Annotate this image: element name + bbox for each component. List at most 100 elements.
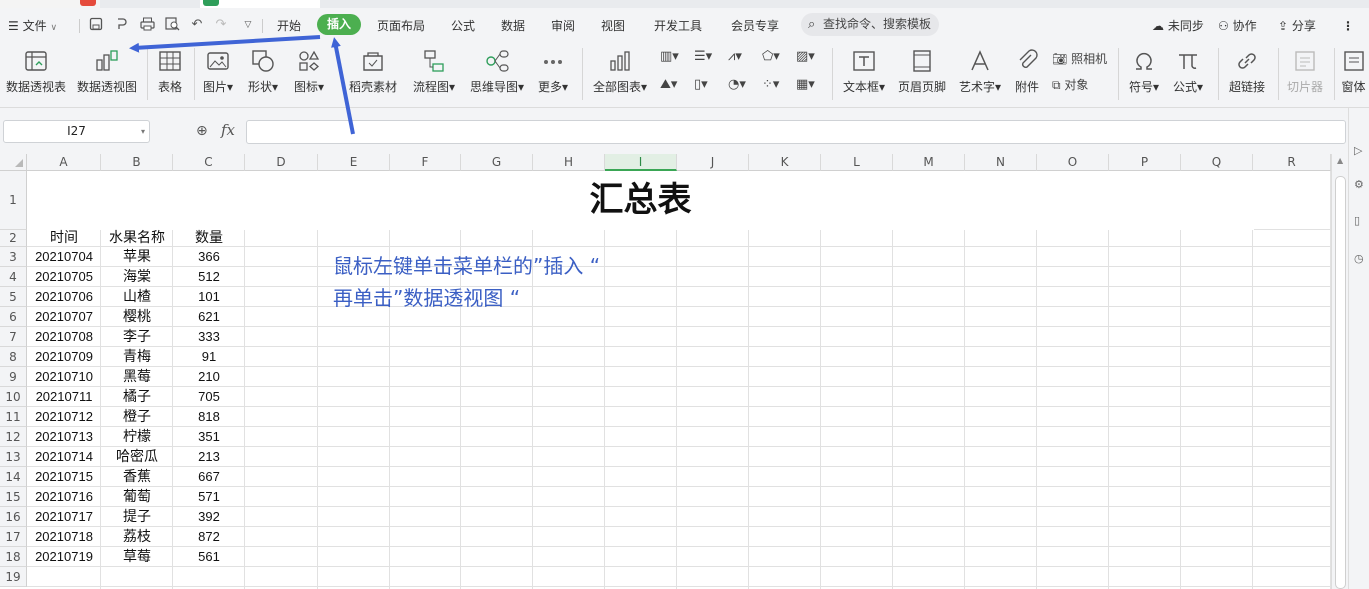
more-options-icon[interactable]: ⋮ [1342,16,1354,36]
fruit-name-cell[interactable]: 荔枝 [101,527,173,547]
row-header-12[interactable]: 12 [0,427,27,447]
settings-icon[interactable]: ⚙ [1354,178,1364,191]
fruit-name-cell[interactable]: 黑莓 [101,367,173,387]
row-header-6[interactable]: 6 [0,307,27,327]
row-header-8[interactable]: 8 [0,347,27,367]
header-footer-button[interactable]: 页眉页脚 [894,42,950,108]
slicer-button[interactable]: 切片器 [1282,42,1328,108]
row-header-1[interactable]: 1 [0,171,27,230]
column-header-j[interactable]: J [677,154,749,171]
fruit-name-cell[interactable]: 李子 [101,327,173,347]
row-header-15[interactable]: 15 [0,487,27,507]
area-chart-icon[interactable]: ⛰▾ [660,76,677,94]
fruit-name-cell[interactable]: 橙子 [101,407,173,427]
date-cell[interactable]: 20210706 [27,287,101,307]
column-header-k[interactable]: K [749,154,821,171]
column-header-i[interactable]: I [605,154,677,171]
fruit-name-cell[interactable]: 香蕉 [101,467,173,487]
formula-button[interactable]: 公式▾ [1168,42,1208,108]
output-icon[interactable] [114,17,130,33]
quantity-cell[interactable]: 818 [173,407,245,427]
row-header-19[interactable]: 19 [0,567,27,587]
line-chart-icon[interactable]: ⩘▾ [728,48,742,66]
column-header-e[interactable]: E [318,154,390,171]
column-header-h[interactable]: H [533,154,605,171]
column-header-c[interactable]: C [173,154,245,171]
date-cell[interactable]: 20210712 [27,407,101,427]
stock-chart-icon[interactable]: ▯▾ [694,76,708,94]
row-header-16[interactable]: 16 [0,507,27,527]
date-cell[interactable]: 20210719 [27,547,101,567]
quantity-cell[interactable]: 333 [173,327,245,347]
quantity-cell[interactable]: 392 [173,507,245,527]
date-cell[interactable]: 20210715 [27,467,101,487]
fruit-name-cell[interactable]: 山楂 [101,287,173,307]
date-cell[interactable]: 20210707 [27,307,101,327]
print-icon[interactable] [139,17,155,33]
column-header-d[interactable]: D [245,154,318,171]
column-header-f[interactable]: F [390,154,461,171]
fruit-name-cell[interactable]: 葡萄 [101,487,173,507]
quantity-cell[interactable]: 351 [173,427,245,447]
all-charts-button[interactable]: 全部图表▾ [590,42,650,108]
row-header-11[interactable]: 11 [0,407,27,427]
date-cell[interactable]: 20210710 [27,367,101,387]
name-box[interactable]: I27 ▾ [3,120,150,143]
column-header-b[interactable]: B [101,154,173,171]
row-header-17[interactable]: 17 [0,527,27,547]
spreadsheet-grid[interactable]: A B C D E F G H I J K L M N O P Q R 1 2 3 4 5 6 7 8 9 10 11 12 13 14 15 1… [0,154,1331,589]
vertical-scrollbar[interactable]: ▲ [1331,154,1348,589]
history-icon[interactable]: ◷ [1354,252,1364,265]
command-search-box[interactable]: ⌕ 查找命令、搜索模板 [801,13,939,36]
tab-view[interactable]: 视图 [601,16,625,36]
row-header-7[interactable]: 7 [0,327,27,347]
column-header-o[interactable]: O [1037,154,1109,171]
hyperlink-button[interactable]: 超链接 [1224,42,1270,108]
radar-chart-icon[interactable]: ⬠▾ [762,48,780,66]
date-cell[interactable]: 20210717 [27,507,101,527]
row-header-14[interactable]: 14 [0,467,27,487]
row-header-5[interactable]: 5 [0,287,27,307]
fruit-name-cell[interactable]: 提子 [101,507,173,527]
object-button[interactable]: ⧉ 对象 [1052,76,1088,94]
wordart-button[interactable]: 艺术字▾ [954,42,1006,108]
mindmap-button[interactable]: 思维导图▾ [466,42,528,108]
shape-button[interactable]: 形状▾ [242,42,284,108]
quantity-cell[interactable]: 561 [173,547,245,567]
row-header-10[interactable]: 10 [0,387,27,407]
date-cell[interactable]: 20210704 [27,247,101,267]
quantity-cell[interactable]: 512 [173,267,245,287]
combo-chart-icon[interactable]: ▨▾ [796,48,815,66]
column-header-r[interactable]: R [1253,154,1331,171]
attachment-button[interactable]: 附件 [1010,42,1044,108]
tab-developer[interactable]: 开发工具 [654,16,702,36]
column-header-m[interactable]: M [893,154,965,171]
collaborate-button[interactable]: ⚇ 协作 [1218,16,1257,36]
row-header-13[interactable]: 13 [0,447,27,467]
header-cell[interactable]: 数量 [173,230,245,247]
quantity-cell[interactable]: 91 [173,347,245,367]
icon-library-button[interactable]: 图标▾ [288,42,330,108]
tab-insert[interactable]: 插入 [317,14,361,35]
quantity-cell[interactable]: 213 [173,447,245,467]
fruit-name-cell[interactable]: 苹果 [101,247,173,267]
quantity-cell[interactable]: 667 [173,467,245,487]
scrollbar-thumb[interactable] [1335,176,1346,589]
row-header-9[interactable]: 9 [0,367,27,387]
scroll-up-arrow-icon[interactable]: ▲ [1337,156,1343,165]
column-header-a[interactable]: A [27,154,101,171]
row-header-18[interactable]: 18 [0,547,27,567]
column-header-n[interactable]: N [965,154,1037,171]
quantity-cell[interactable]: 621 [173,307,245,327]
redo-icon[interactable]: ↷ [213,17,229,33]
fruit-name-cell[interactable]: 青梅 [101,347,173,367]
row-header-2[interactable]: 2 [0,230,27,247]
symbol-button[interactable]: 符号▾ [1124,42,1164,108]
tab-home[interactable]: 开始 [277,16,301,36]
fruit-name-cell[interactable]: 柠檬 [101,427,173,447]
bar-chart-icon[interactable]: ☰▾ [694,48,712,66]
row-header-3[interactable]: 3 [0,247,27,267]
column-chart-icon[interactable]: ▥▾ [660,48,679,66]
header-cell[interactable]: 时间 [27,230,101,247]
tab-page-layout[interactable]: 页面布局 [377,16,425,36]
